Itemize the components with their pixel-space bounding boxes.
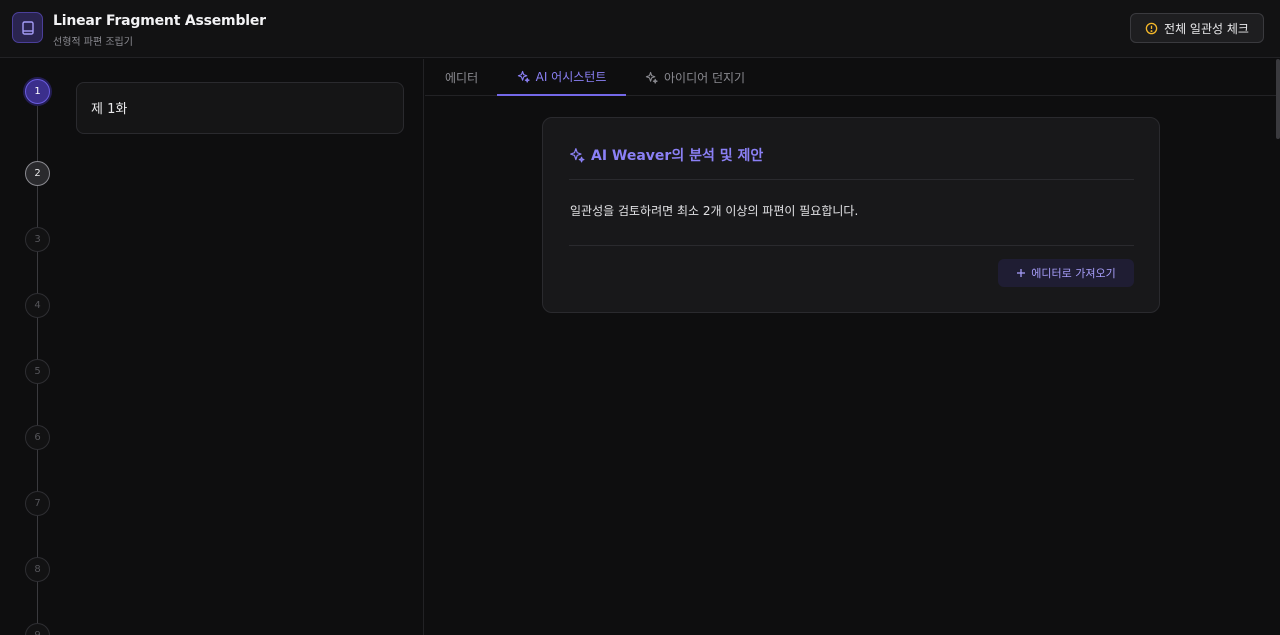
ai-analysis-card: AI Weaver의 분석 및 제안 일관성을 검토하려면 최소 2개 이상의 … [542, 117, 1160, 313]
import-to-editor-button[interactable]: 에디터로 가져오기 [998, 259, 1134, 287]
app-header: Linear Fragment Assembler 선형적 파편 조립기 전체 … [0, 0, 1280, 58]
sparkles-icon [569, 147, 585, 163]
sparkles-icon [645, 71, 658, 84]
consistency-check-button[interactable]: 전체 일관성 체크 [1130, 13, 1264, 43]
fragment-title: 제 1화 [91, 102, 128, 117]
ai-message: 일관성을 검토하려면 최소 2개 이상의 파편이 필요합니다. [570, 204, 859, 218]
tab-ai-assistant[interactable]: AI 어시스턴트 [497, 59, 626, 96]
book-icon [20, 20, 36, 36]
tab-idea-toss[interactable]: 아이디어 던지기 [645, 59, 745, 96]
tab-bar: 에디터 AI 어시스턴트 아이디어 던지기 [425, 59, 1280, 96]
consistency-check-label: 전체 일관성 체크 [1164, 21, 1249, 36]
timeline-node[interactable]: 1 [25, 79, 50, 104]
timeline-node[interactable]: 4 [25, 293, 50, 318]
card-divider [569, 179, 1134, 180]
sparkles-icon [517, 70, 530, 83]
tab-editor[interactable]: 에디터 [445, 59, 478, 96]
plus-icon [1016, 268, 1026, 278]
fragment-card[interactable]: 제 1화 [76, 82, 404, 134]
timeline-node[interactable]: 6 [25, 425, 50, 450]
fragment-timeline-panel: 1 2 3 4 5 6 7 8 9 제 1화 [0, 59, 424, 635]
app-subtitle: 선형적 파편 조립기 [53, 37, 133, 48]
timeline-node[interactable]: 3 [25, 227, 50, 252]
timeline-node[interactable]: 8 [25, 557, 50, 582]
timeline-node[interactable]: 9 [25, 623, 50, 635]
app-title: Linear Fragment Assembler [53, 13, 266, 29]
ai-card-title: AI Weaver의 분석 및 제안 [569, 145, 763, 165]
scrollbar[interactable] [1276, 59, 1280, 139]
workspace-panel: 에디터 AI 어시스턴트 아이디어 던지기 AI Weaver의 분석 및 제안… [425, 59, 1280, 635]
app-logo [12, 12, 43, 43]
timeline-node[interactable]: 5 [25, 359, 50, 384]
card-divider [569, 245, 1134, 246]
timeline-node[interactable]: 2 [25, 161, 50, 186]
timeline-node[interactable]: 7 [25, 491, 50, 516]
alert-circle-icon [1145, 22, 1158, 35]
